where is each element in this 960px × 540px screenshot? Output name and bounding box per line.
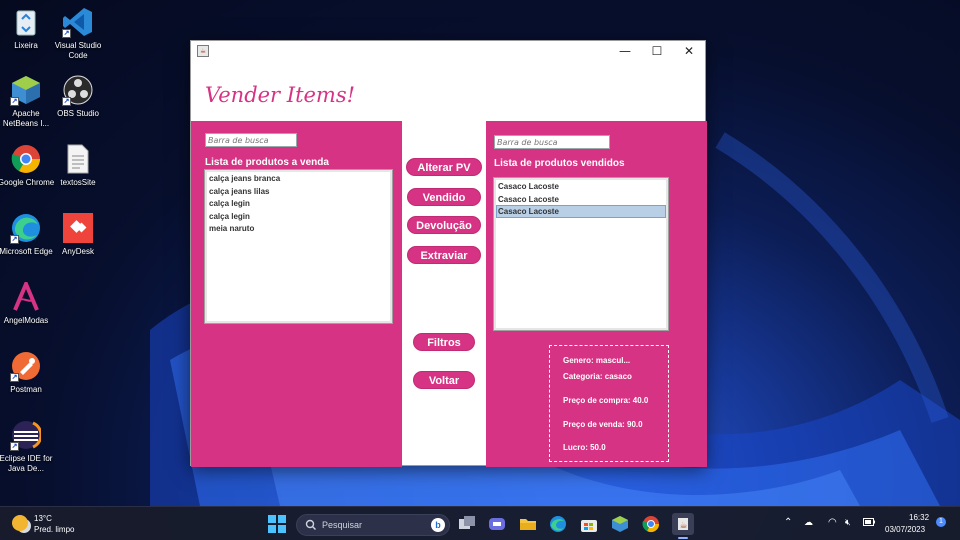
vender-items-window: ☕ — ☐ ✕ Vender Items! Lista de produtos … xyxy=(190,40,707,467)
java-app-icon: ☕ xyxy=(197,45,209,57)
page-title: Vender Items! xyxy=(205,83,356,107)
text-file-icon xyxy=(62,143,94,175)
bing-icon: b xyxy=(431,518,445,532)
desktop-icon-anydesk[interactable]: AnyDesk xyxy=(48,212,108,257)
chrome-taskbar-icon[interactable] xyxy=(642,515,660,533)
list-item-selected[interactable]: Casaco Lacoste xyxy=(496,205,666,218)
list-item[interactable]: calça legin xyxy=(207,210,390,223)
cloud-off-icon[interactable]: ☁ xyxy=(804,517,813,528)
weather-sun-icon xyxy=(12,515,28,531)
obs-icon: ↗ xyxy=(62,74,94,106)
taskbar-search[interactable]: Pesquisar b xyxy=(296,514,450,536)
desktop-icon-label: Visual Studio Code xyxy=(54,41,102,60)
products-for-sale-panel: Lista de produtos a venda calça jeans br… xyxy=(191,121,402,467)
list-item[interactable]: Casaco Lacoste xyxy=(496,193,666,206)
notification-badge[interactable]: 1 xyxy=(936,517,946,527)
window-titlebar[interactable]: ☕ — ☐ ✕ xyxy=(191,41,705,61)
desktop-icon-eclipse[interactable]: ↗ Eclipse IDE for Java De... xyxy=(0,419,56,474)
battery-icon[interactable] xyxy=(863,518,875,528)
list-item[interactable]: calça legin xyxy=(207,197,390,210)
alterar-pv-button[interactable]: Alterar PV xyxy=(406,158,482,176)
desktop-icon-angelmodas[interactable]: AngelModas xyxy=(0,281,56,326)
svg-text:☕: ☕ xyxy=(680,521,688,531)
teams-chat-icon[interactable] xyxy=(488,515,506,533)
close-button[interactable]: ✕ xyxy=(673,41,705,61)
weather-desc: Pred. limpo xyxy=(34,525,75,534)
desktop-icon-postman[interactable]: ↗ Postman xyxy=(0,350,56,395)
desktop-icon-label: Google Chrome xyxy=(0,178,55,187)
right-search-input[interactable] xyxy=(494,135,610,149)
file-explorer-icon[interactable] xyxy=(519,515,537,533)
list-item[interactable]: calça jeans lilas xyxy=(207,185,390,198)
angelmodas-icon xyxy=(10,281,42,313)
speaker-muted-icon[interactable]: 🔇︎ xyxy=(845,517,851,528)
vendido-button[interactable]: Vendido xyxy=(407,188,481,206)
minimize-button[interactable]: — xyxy=(609,41,641,61)
desktop-icon-label: AngelModas xyxy=(3,316,49,325)
genero-text: Genero: mascul... xyxy=(563,356,631,365)
search-icon xyxy=(305,515,317,540)
list-item[interactable]: Casaco Lacoste xyxy=(496,180,666,193)
anydesk-icon xyxy=(62,212,94,244)
desktop-icon-obs[interactable]: ↗ OBS Studio xyxy=(48,74,108,119)
edge-icon: ↗ xyxy=(10,212,42,244)
desktop-icon-label: OBS Studio xyxy=(57,109,99,118)
sold-products-list[interactable]: Casaco Lacoste Casaco Lacoste Casaco Lac… xyxy=(493,177,669,331)
postman-icon: ↗ xyxy=(10,350,42,382)
chevron-up-icon[interactable]: ⌃ xyxy=(784,517,792,528)
weather-widget[interactable]: 13°C Pred. limpo xyxy=(12,513,112,537)
desktop-icon-label: textosSite xyxy=(60,178,96,187)
devolucao-button[interactable]: Devolução xyxy=(407,216,481,234)
list-item[interactable]: meia naruto xyxy=(207,222,390,235)
voltar-button[interactable]: Voltar xyxy=(413,371,475,389)
eclipse-icon: ↗ xyxy=(10,419,42,451)
clock-date[interactable]: 03/07/2023 xyxy=(885,525,925,534)
preco-venda-text: Preço de venda: 90.0 xyxy=(563,420,643,429)
products-for-sale-list[interactable]: calça jeans branca calça jeans lilas cal… xyxy=(204,169,393,324)
right-list-label: Lista de produtos vendidos xyxy=(494,158,625,169)
desktop-icon-textossite[interactable]: textosSite xyxy=(48,143,108,188)
extraviar-button[interactable]: Extraviar xyxy=(407,246,481,264)
recycle-bin-icon xyxy=(10,6,42,38)
start-windows-icon[interactable] xyxy=(268,515,286,533)
product-details-box: Genero: mascul... Categoria: casaco Preç… xyxy=(549,345,669,462)
desktop-icon-label: Microsoft Edge xyxy=(0,247,53,256)
lucro-text: Lucro: 50.0 xyxy=(563,443,606,452)
list-item[interactable]: calça jeans branca xyxy=(207,172,390,185)
desktop-icon-label: Apache NetBeans I... xyxy=(2,109,50,128)
chrome-icon xyxy=(10,143,42,175)
maximize-button[interactable]: ☐ xyxy=(641,41,673,61)
desktop-icon-label: Lixeira xyxy=(14,41,38,50)
filtros-button[interactable]: Filtros xyxy=(413,333,475,351)
vscode-icon: ↗ xyxy=(62,6,94,38)
preco-compra-text: Preço de compra: 40.0 xyxy=(563,396,649,405)
clock-time[interactable]: 16:32 xyxy=(909,513,929,522)
java-app-taskbar-icon[interactable]: ☕ xyxy=(672,513,694,535)
taskbar: 13°C Pred. limpo Pesquisar b ☕ ⌃ ☁ ◠ 🔇︎ … xyxy=(0,506,960,540)
desktop-icon-label: Eclipse IDE for Java De... xyxy=(0,454,53,473)
left-list-label: Lista de produtos a venda xyxy=(205,157,329,168)
desktop-icon-vscode[interactable]: ↗ Visual Studio Code xyxy=(48,6,108,61)
desktop-icon-label: AnyDesk xyxy=(61,247,94,256)
edge-taskbar-icon[interactable] xyxy=(549,515,567,533)
wifi-icon[interactable]: ◠ xyxy=(828,517,837,528)
store-icon[interactable] xyxy=(580,515,598,533)
desktop-icon-label: Postman xyxy=(10,385,42,394)
left-search-input[interactable] xyxy=(205,133,297,147)
weather-temp: 13°C xyxy=(34,514,52,523)
netbeans-taskbar-icon[interactable] xyxy=(611,515,629,533)
task-view-icon[interactable] xyxy=(458,515,476,533)
netbeans-icon: ↗ xyxy=(10,74,42,106)
active-app-indicator xyxy=(678,537,688,539)
categoria-text: Categoria: casaco xyxy=(563,372,632,381)
taskbar-search-placeholder: Pesquisar xyxy=(322,520,363,530)
